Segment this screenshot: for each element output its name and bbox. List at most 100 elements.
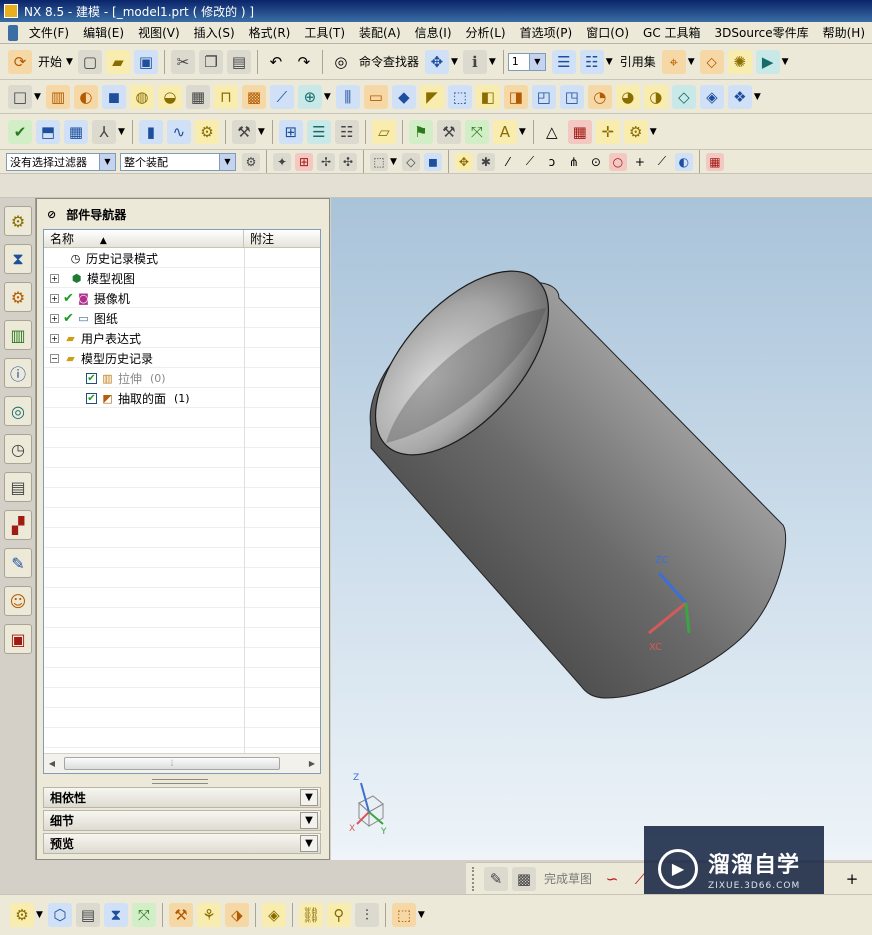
chevron-down-icon[interactable]: ▼ [519,127,526,137]
system-visualization-icon[interactable]: ▣ [4,624,32,654]
sketch-icon[interactable]: □ [8,84,32,109]
assembly-constraints-icon[interactable]: ⧗ [103,903,128,927]
layer-settings-icon[interactable]: ☰ [551,49,576,74]
unite-icon[interactable]: ◇ [671,84,696,109]
part-navigator-icon[interactable]: ⚙ [4,282,32,312]
chevron-down-icon[interactable]: ▼ [754,92,761,102]
binoculars-icon[interactable]: ◎ [329,50,353,74]
datum-csys-icon[interactable]: ⊕ [297,84,322,109]
history-icon[interactable]: ◷ [4,434,32,464]
information-icon[interactable]: ℹ [462,49,487,74]
datum-axis-icon[interactable]: ⟋ [269,84,294,109]
snap-icon[interactable]: ⬦ [699,49,724,74]
menu-insert[interactable]: 插入(S) [187,22,242,44]
section-preview[interactable]: 预览 ▼ [43,833,321,854]
eraser-icon[interactable]: ▱ [371,119,396,144]
abc-label-icon[interactable]: A [492,119,517,144]
toolbar-grip[interactable] [472,866,476,891]
undo-icon[interactable]: ↶ [264,50,288,74]
chevron-down-icon[interactable]: ▼ [606,57,613,67]
selection-scope-select[interactable]: 整个装配 ▼ [120,152,236,171]
patch-icon[interactable]: ◳ [559,84,584,109]
edge-select-icon[interactable]: ✣ [339,152,357,171]
finish-sketch-icon[interactable]: ▩ [512,866,536,891]
chevron-down-icon[interactable]: ▼ [528,53,545,70]
cube-icon[interactable]: ⬚ [391,903,416,927]
system-scenes-icon[interactable]: ▞ [4,510,32,540]
sequence-icon[interactable]: ⫶ [354,903,379,927]
reference-set-button[interactable]: 引用集 [620,53,656,70]
lightbulb-icon[interactable]: ✺ [727,49,752,74]
intersect-icon[interactable]: ❖ [727,84,752,109]
tree-row-drawings[interactable]: + ✔ ▭ 图纸 [44,308,320,328]
scroll-right-icon[interactable]: ▶ [304,759,320,768]
pin-icon[interactable]: ⊘ [47,208,56,221]
chevron-down-icon[interactable]: ▼ [782,57,789,67]
rectangle-select-icon[interactable]: ⬚ [370,152,388,171]
menu-gc-toolbox[interactable]: GC 工具箱 [636,22,708,44]
component-array-icon[interactable]: ⚘ [196,903,221,927]
snap-on-curve-icon[interactable]: ⟋ [653,153,671,171]
subtract-icon[interactable]: ◈ [699,84,724,109]
table-icon[interactable]: ▦ [567,119,592,144]
cylinder-icon[interactable]: ▮ [138,119,163,144]
system-materials-icon[interactable]: ▤ [4,472,32,502]
sketch-task-icon[interactable]: ✎ [484,866,508,891]
gear-icon[interactable]: ⚙ [194,119,219,144]
scrollbar-thumb[interactable]: ⦙ [64,757,280,770]
axis-analysis-icon[interactable]: ⅄ [92,119,116,144]
checkbox[interactable]: ✔ [86,372,97,384]
cross-grid-icon[interactable]: ✛ [595,119,620,144]
menu-help[interactable]: 帮助(H) [816,22,872,44]
tree-row-extracted-face[interactable]: ✔ ◩ 抽取的面 (1) [44,388,320,408]
tree-row-history-mode[interactable]: ◷ 历史记录模式 [44,248,320,268]
layer-copy-icon[interactable]: ☷ [334,119,359,144]
menu-3dsource-library[interactable]: 3DSource零件库 [708,22,816,44]
chevron-down-icon[interactable]: ▼ [300,835,318,852]
sew-icon[interactable]: ⬚ [447,84,472,109]
start-icon[interactable]: ⟳ [8,49,32,74]
snap-quadrant-icon[interactable]: ○ [608,152,627,171]
mirror-icon[interactable]: ⫼ [335,84,360,109]
panel-splitter[interactable] [152,779,208,784]
expand-icon[interactable]: + [50,333,59,343]
finish-sketch-button[interactable]: 完成草图 [544,870,592,887]
copy-icon[interactable]: ❐ [198,49,223,74]
snap-arc-center-icon[interactable]: ⊙ [587,153,605,171]
chevron-down-icon[interactable]: ▼ [451,57,458,67]
tree-row-extrude[interactable]: ✔ ▥ 拉伸 (0) [44,368,320,388]
tree-row-model-views[interactable]: + ⬢ 模型视图 [44,268,320,288]
route-icon[interactable]: ▶ [755,49,780,74]
trim-body-icon[interactable]: ◧ [475,84,500,109]
open-folder-icon[interactable]: ▰ [105,49,130,74]
revolve-icon[interactable]: ◐ [73,84,98,109]
snap-on-surface-icon[interactable]: ◐ [674,152,693,171]
chevron-down-icon[interactable]: ▼ [650,127,657,137]
constraint-icon[interactable]: ⚑ [408,119,433,144]
chevron-down-icon[interactable]: ▼ [688,57,695,67]
draft-icon[interactable]: ◤ [419,84,444,109]
selection-filter-select[interactable]: 没有选择过滤器 ▼ [6,152,116,171]
profile-icon[interactable]: ∽ [600,867,624,891]
body-select-icon[interactable]: ✢ [317,152,335,171]
snap-intersection-icon[interactable]: ⋔ [565,153,583,171]
multi-gear-icon[interactable]: ⚙ [623,119,648,144]
chevron-down-icon[interactable]: ▼ [99,153,115,170]
replace-component-icon[interactable]: ⬗ [224,903,249,927]
constraint-navigator-icon[interactable]: ⧗ [4,244,32,274]
graphics-viewport[interactable]: ZC XC Z X Y [331,198,872,860]
face-select-icon[interactable]: ◇ [401,152,420,171]
assembly-gear-icon[interactable]: ⚙ [10,903,34,927]
collapse-icon[interactable]: − [50,353,59,363]
wave-geometry-icon[interactable]: ◈ [261,903,286,927]
snap-point-icon[interactable]: ✥ [454,152,473,171]
hammer-icon[interactable]: ⚒ [436,119,461,144]
grid-icon[interactable]: ▦ [705,152,724,171]
chevron-down-icon[interactable]: ▼ [324,92,331,102]
hole-icon[interactable]: ◍ [129,84,154,109]
chevron-down-icon[interactable]: ▼ [34,92,41,102]
redo-icon[interactable]: ↷ [292,50,316,74]
menu-tools[interactable]: 工具(T) [297,22,352,44]
chevron-down-icon[interactable]: ▼ [258,127,265,137]
save-icon[interactable]: ▣ [133,49,158,74]
